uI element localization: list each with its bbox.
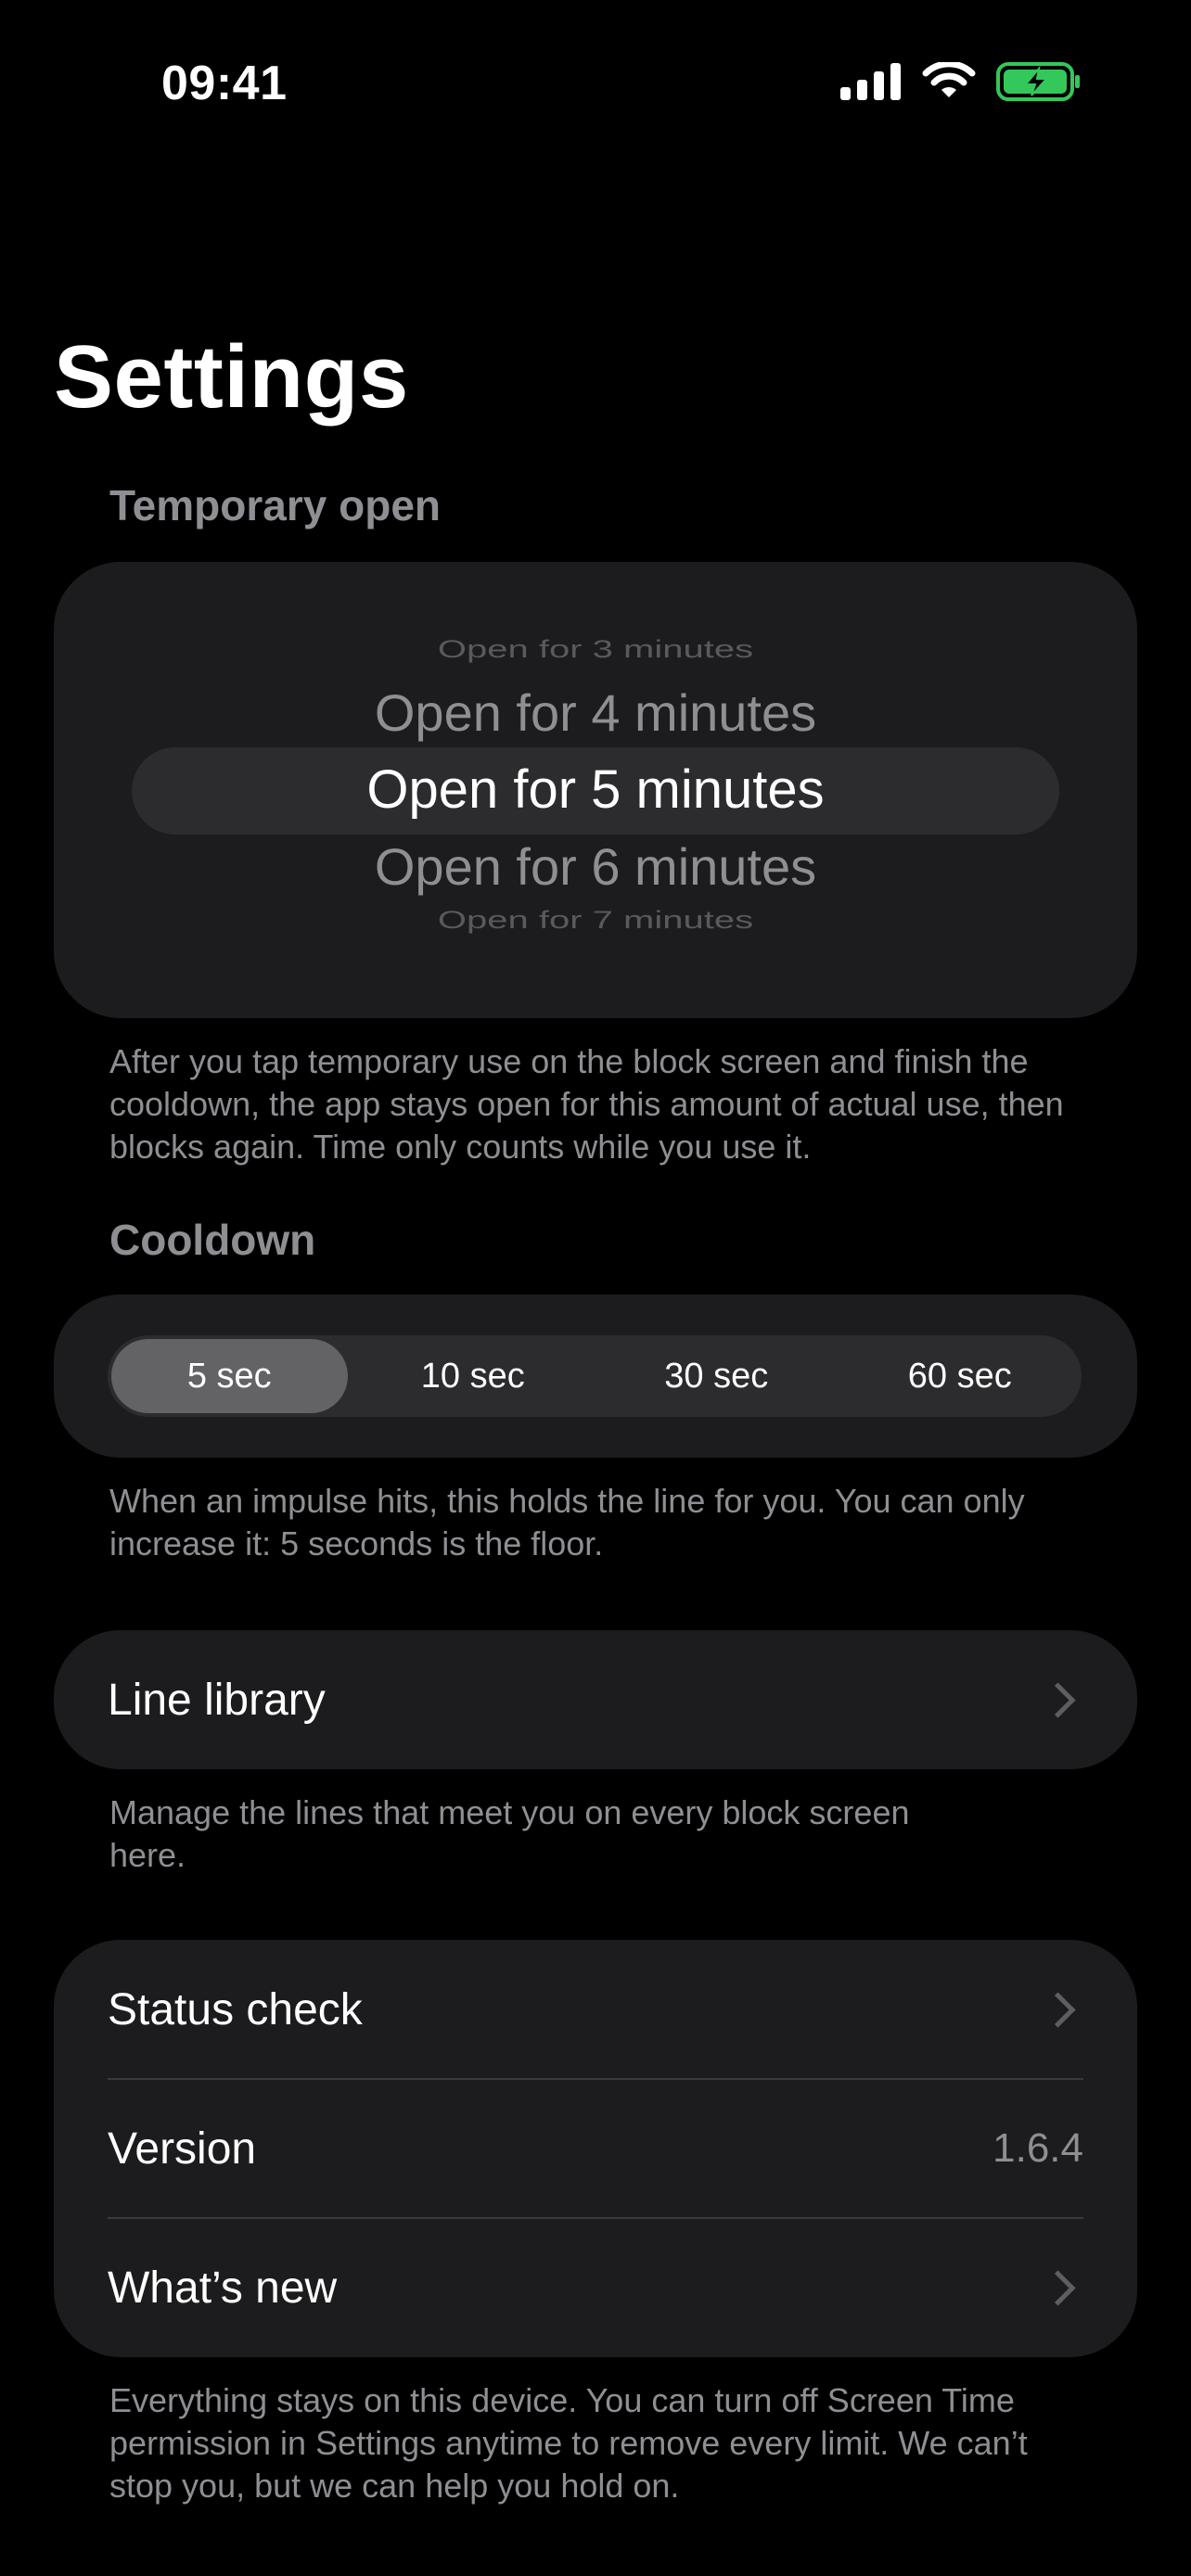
segment-10-sec[interactable]: 10 sec bbox=[355, 1339, 592, 1413]
status-check-row[interactable]: Status check bbox=[108, 1940, 1083, 2079]
cellular-signal-icon bbox=[840, 63, 901, 100]
line-library-footnote: Manage the lines that meet you on every … bbox=[109, 1793, 910, 1874]
cooldown-card: 5 sec 10 sec 30 sec 60 sec bbox=[54, 1294, 1137, 1458]
picker-option[interactable]: Open for 6 minutes bbox=[54, 836, 1137, 897]
status-time: 09:41 bbox=[161, 57, 288, 110]
picker-option[interactable]: Open for 3 minutes bbox=[54, 635, 1137, 664]
picker-option[interactable]: Open for 4 minutes bbox=[54, 682, 1137, 743]
line-library-row[interactable]: Line library bbox=[54, 1630, 1137, 1769]
info-group-card: Status check Version 1.6.4 What’s new bbox=[54, 1940, 1137, 2357]
chevron-right-icon bbox=[1040, 2269, 1076, 2306]
line-library-label: Line library bbox=[108, 1675, 326, 1725]
status-icons bbox=[840, 61, 1082, 102]
segment-30-sec[interactable]: 30 sec bbox=[598, 1339, 835, 1413]
chevron-right-icon bbox=[1040, 1681, 1076, 1718]
whats-new-row[interactable]: What’s new bbox=[108, 2218, 1083, 2357]
version-row: Version 1.6.4 bbox=[108, 2079, 1083, 2218]
version-label: Version bbox=[108, 2123, 257, 2174]
temporary-open-header: Temporary open bbox=[109, 481, 441, 529]
cooldown-footnote: When an impulse hits, this holds the lin… bbox=[109, 1482, 1025, 1562]
whats-new-label: What’s new bbox=[108, 2263, 338, 2313]
segment-60-sec[interactable]: 60 sec bbox=[842, 1339, 1079, 1413]
battery-charging-icon bbox=[996, 62, 1080, 101]
chevron-right-icon bbox=[1040, 1991, 1076, 2028]
privacy-footnote: Everything stays on this device. You can… bbox=[109, 2381, 1028, 2505]
version-value: 1.6.4 bbox=[992, 2125, 1083, 2171]
picker-option-selected[interactable]: Open for 5 minutes bbox=[54, 759, 1137, 821]
cooldown-header: Cooldown bbox=[109, 1216, 316, 1264]
temporary-open-footnote: After you tap temporary use on the block… bbox=[109, 1042, 1064, 1166]
segment-5-sec[interactable]: 5 sec bbox=[111, 1339, 348, 1413]
wifi-icon bbox=[922, 62, 976, 97]
status-check-label: Status check bbox=[108, 1984, 363, 2034]
cooldown-segmented-control[interactable]: 5 sec 10 sec 30 sec 60 sec bbox=[108, 1335, 1082, 1417]
page-title: Settings bbox=[54, 327, 409, 427]
picker-option[interactable]: Open for 7 minutes bbox=[54, 906, 1137, 935]
temporary-open-picker[interactable]: Open for 3 minutes Open for 4 minutes Op… bbox=[54, 562, 1137, 1018]
